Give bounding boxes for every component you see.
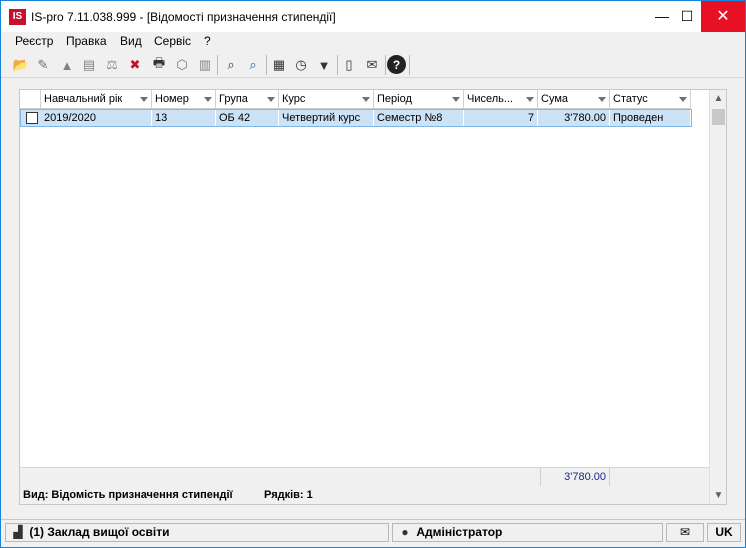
cell-number: 13 [152, 110, 216, 126]
header-count[interactable]: Чисель... [464, 90, 538, 109]
page-icon[interactable]: ▯ [339, 55, 359, 75]
cell-group: ОБ 42 [216, 110, 279, 126]
toolbar-separator [385, 55, 386, 75]
package-icon[interactable]: ⬡ [172, 55, 192, 75]
copy-icon[interactable]: ▲ [57, 55, 77, 75]
scroll-up-icon[interactable]: ▲ [710, 90, 727, 107]
window-title: IS-pro 7.11.038.999 - [Відомості признач… [31, 10, 336, 24]
app-window: IS IS-pro 7.11.038.999 - [Відомості приз… [0, 0, 746, 548]
toolbar-separator [266, 55, 267, 75]
institution-segment[interactable]: ▟ (1) Заклад вищої освіти [5, 523, 389, 542]
header-sum[interactable]: Сума [538, 90, 610, 109]
toolbar-separator [409, 55, 410, 75]
vertical-scrollbar[interactable]: ▲ ▼ [709, 90, 726, 504]
sort-arrow-icon[interactable] [267, 97, 275, 102]
menu-edit[interactable]: Правка [66, 34, 107, 48]
header-label: Номер [155, 93, 189, 105]
new-document-icon[interactable]: ✎ [33, 55, 53, 75]
institution-label: (1) Заклад вищої освіти [29, 525, 170, 539]
document-icon[interactable]: ▥ [195, 55, 215, 75]
header-period[interactable]: Період [374, 90, 464, 109]
header-status[interactable]: Статус [610, 90, 691, 109]
help-icon[interactable]: ? [387, 55, 406, 74]
header-label: Чисель... [467, 93, 514, 105]
building-icon: ▟ [13, 525, 23, 539]
print-icon[interactable]: 🖶 [149, 55, 169, 75]
toolbar-separator [217, 55, 218, 75]
menu-help[interactable]: ? [204, 34, 211, 48]
cell-sum: 3'780.00 [538, 110, 610, 126]
header-number[interactable]: Номер [152, 90, 216, 109]
header-group[interactable]: Група [216, 90, 279, 109]
user-label: Адміністратор [416, 525, 503, 539]
toolbar: 📂 ✎ ▲ ▤ ⚖ ✖ 🖶 ⬡ ▥ ⌕ ⌕ ▦ ◷ ▼ ▯ ✉ ? [1, 52, 745, 78]
filter-icon[interactable]: ▼ [314, 55, 334, 75]
document-grid: Навчальний рік Номер Група Курс Період Ч… [19, 89, 727, 505]
clock-icon[interactable]: ◷ [291, 55, 311, 75]
delete-red-icon[interactable]: ✖ [125, 55, 145, 75]
menu-registry[interactable]: Реєстр [15, 34, 53, 48]
header-label: Курс [282, 93, 306, 105]
find-icon[interactable]: ⌕ [221, 55, 241, 75]
header-course[interactable]: Курс [279, 90, 374, 109]
header-academic-year[interactable]: Навчальний рік [41, 90, 152, 109]
sort-arrow-icon[interactable] [598, 97, 606, 102]
sort-arrow-icon[interactable] [204, 97, 212, 102]
sort-arrow-icon[interactable] [679, 97, 687, 102]
table-row[interactable]: 2019/2020 13 ОБ 42 Четвертий курс Семест… [20, 109, 692, 127]
table-icon[interactable]: ▦ [269, 55, 289, 75]
find-next-icon[interactable]: ⌕ [243, 55, 263, 75]
scroll-down-icon[interactable]: ▼ [710, 487, 727, 504]
language-indicator[interactable]: UK [707, 523, 741, 542]
info-line: Вид: Відомість призначення стипендії Ряд… [20, 486, 710, 504]
mail-status-icon[interactable]: ✉ [666, 523, 704, 542]
row-checkbox[interactable] [26, 112, 38, 124]
header-checkbox-column [20, 90, 41, 109]
title-bar: IS IS-pro 7.11.038.999 - [Відомості приз… [1, 1, 745, 32]
cell-count: 7 [464, 110, 538, 126]
paste-icon[interactable]: ▤ [79, 55, 99, 75]
sort-arrow-icon[interactable] [362, 97, 370, 102]
header-label: Навчальний рік [44, 93, 123, 105]
user-segment[interactable]: ● Адміністратор [392, 523, 663, 542]
app-logo: IS [9, 9, 26, 25]
maximize-button[interactable]: ☐ [672, 1, 702, 32]
cell-status: Проведен [610, 110, 691, 126]
cell-course: Четвертий курс [279, 110, 374, 126]
menu-bar: Реєстр Правка Вид Сервіс ? [1, 32, 745, 51]
sort-arrow-icon[interactable] [526, 97, 534, 102]
header-label: Група [219, 93, 248, 105]
header-label: Сума [541, 93, 569, 105]
status-bar: ▟ (1) Заклад вищої освіти ● Адміністрато… [1, 519, 745, 547]
user-icon: ● [401, 525, 409, 539]
header-label: Період [377, 93, 412, 105]
total-sum: 3'780.00 [540, 468, 610, 486]
scroll-thumb[interactable] [712, 109, 725, 125]
toolbar-separator [337, 55, 338, 75]
cell-period: Семестр №8 [374, 110, 464, 126]
open-folder-icon[interactable]: 📂 [11, 55, 31, 75]
close-button[interactable]: ✕ [701, 1, 745, 32]
sort-arrow-icon[interactable] [452, 97, 460, 102]
totals-row: 3'780.00 [20, 467, 710, 486]
sort-arrow-icon[interactable] [140, 97, 148, 102]
menu-service[interactable]: Сервіс [154, 34, 191, 48]
mail-icon[interactable]: ✉ [362, 55, 382, 75]
row-count: Рядків: 1 [264, 489, 313, 501]
scales-icon[interactable]: ⚖ [102, 55, 122, 75]
header-label: Статус [613, 93, 648, 105]
cell-academic-year: 2019/2020 [41, 110, 152, 126]
menu-view[interactable]: Вид [120, 34, 142, 48]
view-label: Вид: Відомість призначення стипендії [23, 489, 233, 501]
